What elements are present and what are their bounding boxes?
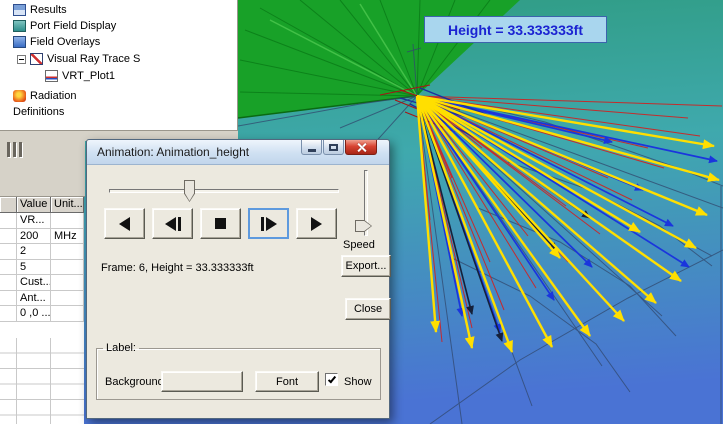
maximize-button[interactable]: [323, 140, 344, 155]
dialog-title: Animation: Animation_height: [97, 145, 250, 159]
table-row: Ant...: [0, 290, 84, 306]
tree-item-label: Port Field Display: [30, 20, 117, 32]
background-label: Background:: [105, 376, 167, 388]
frame-status-text: Frame: 6, Height = 33.333333ft: [101, 262, 254, 274]
step-back-bar-icon: [177, 216, 181, 231]
export-button[interactable]: Export...: [341, 255, 391, 277]
field-overlays-icon: [13, 36, 26, 48]
grid-header-stub: [0, 197, 17, 213]
step-back-button[interactable]: [152, 208, 193, 239]
stop-icon: [215, 218, 226, 229]
unit-cell[interactable]: MHz: [51, 228, 84, 244]
unit-cell[interactable]: [51, 275, 84, 291]
minimize-button[interactable]: [301, 140, 322, 155]
project-tree: Results Port Field Display Field Overlay…: [0, 0, 238, 131]
step-forward-bar-icon: [260, 216, 264, 231]
port-field-display-icon: [13, 20, 26, 32]
row-stub: [0, 228, 17, 244]
row-stub: [0, 244, 17, 260]
table-row: 2: [0, 244, 84, 260]
grid-header-value: Value: [17, 197, 51, 213]
minimize-icon: [307, 148, 316, 152]
tree-item-label: Visual Ray Trace S: [47, 53, 141, 65]
tree-item-radiation[interactable]: Radiation: [13, 89, 76, 103]
row-stub: [0, 290, 17, 306]
value-cell[interactable]: 5: [17, 259, 51, 275]
tree-item-definitions[interactable]: Definitions: [13, 105, 64, 119]
close-icon: [356, 142, 367, 153]
row-stub: [0, 213, 17, 229]
tree-item-label: Radiation: [30, 90, 77, 102]
visual-ray-trace-icon: [30, 53, 43, 65]
tree-item-visual-ray-trace[interactable]: Visual Ray Trace S: [17, 52, 140, 66]
tree-item-vrt-plot1[interactable]: VRT_Plot1: [45, 69, 115, 83]
tree-item-label: Definitions: [13, 106, 65, 118]
results-icon: [13, 4, 26, 16]
height-annotation: Height = 33.333333ft: [424, 16, 607, 43]
dock-area: [0, 131, 85, 197]
value-cell[interactable]: Ant...: [17, 290, 51, 306]
table-row: 0 ,0 ...: [0, 306, 84, 322]
show-label: Show: [344, 376, 372, 388]
row-stub: [0, 259, 17, 275]
table-row: VR...: [0, 213, 84, 229]
tree-item-results[interactable]: Results: [13, 3, 67, 17]
play-reverse-button[interactable]: [104, 208, 145, 239]
value-cell[interactable]: 0 ,0 ...: [17, 306, 51, 322]
show-checkbox[interactable]: [325, 373, 338, 386]
step-forward-icon: [265, 216, 277, 231]
close-window-button[interactable]: [345, 140, 377, 155]
unit-cell[interactable]: [51, 259, 84, 275]
grid-header-unit: Unit...: [51, 197, 84, 213]
unit-cell[interactable]: [51, 290, 84, 306]
tree-item-label: Field Overlays: [30, 36, 101, 48]
animation-dialog: Animation: Animation_height Speed Frame:…: [86, 139, 391, 419]
unit-cell[interactable]: [51, 244, 84, 260]
window-controls: [301, 140, 377, 155]
splitter-grip[interactable]: [7, 142, 22, 157]
value-cell[interactable]: 200: [17, 228, 51, 244]
background-color-button[interactable]: [161, 371, 243, 392]
close-dialog-button[interactable]: Close: [345, 298, 391, 320]
plot-icon: [45, 70, 58, 82]
unit-cell[interactable]: [51, 306, 84, 322]
play-forward-button[interactable]: [296, 208, 337, 239]
grid-header-row: Value Unit...: [0, 197, 84, 213]
step-back-icon: [164, 216, 176, 231]
maximize-icon: [329, 143, 338, 151]
check-icon: [327, 374, 336, 383]
tree-item-label: VRT_Plot1: [62, 70, 115, 82]
radiation-icon: [13, 90, 26, 102]
frame-slider-thumb[interactable]: [184, 180, 195, 202]
value-cell[interactable]: 2: [17, 244, 51, 260]
row-stub: [0, 306, 17, 322]
speed-slider-thumb[interactable]: [355, 220, 372, 232]
font-button[interactable]: Font: [255, 371, 319, 392]
row-stub: [0, 275, 17, 291]
play-forward-icon: [311, 216, 322, 231]
value-cell[interactable]: Cust...: [17, 275, 51, 291]
grid-empty-rows: [0, 337, 84, 424]
tree-item-port-field-display[interactable]: Port Field Display: [13, 19, 116, 33]
speed-label: Speed: [343, 239, 375, 251]
table-row: 5: [0, 259, 84, 275]
tree-item-field-overlays[interactable]: Field Overlays: [13, 35, 100, 49]
collapse-icon[interactable]: [17, 54, 26, 64]
unit-cell[interactable]: [51, 213, 84, 229]
value-cell[interactable]: VR...: [17, 213, 51, 229]
frame-slider-track[interactable]: [109, 189, 339, 193]
step-forward-button[interactable]: [248, 208, 289, 239]
table-row: Cust...: [0, 275, 84, 291]
label-group: Label: Background: Font Show: [96, 342, 381, 400]
playback-controls: [104, 208, 337, 239]
frame-slider[interactable]: [107, 178, 341, 204]
play-reverse-icon: [119, 216, 130, 231]
table-row: 200 MHz: [0, 228, 84, 244]
stop-button[interactable]: [200, 208, 241, 239]
tree-item-label: Results: [30, 4, 67, 16]
label-group-legend: Label:: [106, 342, 136, 354]
properties-grid: Value Unit... VR... 200 MHz 2 5 Cust... …: [0, 197, 84, 424]
